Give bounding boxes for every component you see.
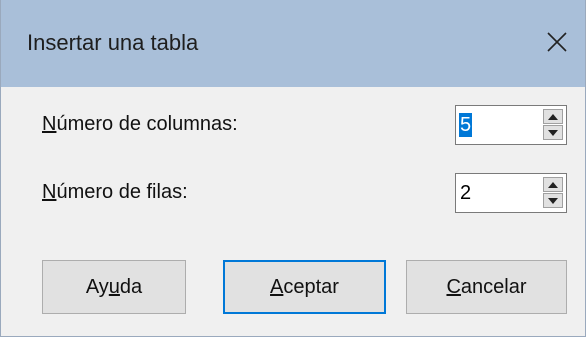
close-icon bbox=[547, 32, 567, 52]
chevron-down-icon bbox=[548, 129, 558, 136]
help-label-mnemonic: u bbox=[108, 275, 120, 298]
close-button[interactable] bbox=[537, 22, 577, 62]
rows-label-text: úmero de filas: bbox=[56, 181, 188, 203]
help-label-pre: Ay bbox=[85, 275, 109, 298]
columns-label: Número de columnas: bbox=[42, 113, 238, 136]
columns-spinbox[interactable]: 5 bbox=[455, 105, 567, 145]
rows-increment-button[interactable] bbox=[543, 177, 563, 192]
columns-increment-button[interactable] bbox=[543, 109, 563, 124]
rows-spinbox[interactable]: 2 bbox=[455, 173, 567, 213]
dialog-title: Insertar una tabla bbox=[27, 30, 199, 55]
columns-label-mnemonic: N bbox=[42, 113, 57, 135]
dialog-titlebar: Insertar una tabla bbox=[1, 0, 585, 87]
columns-decrement-button[interactable] bbox=[543, 125, 563, 140]
cancel-label-mnemonic: C bbox=[446, 275, 461, 298]
columns-value[interactable]: 5 bbox=[459, 113, 473, 137]
columns-label-text: úmero de columnas: bbox=[56, 113, 238, 135]
columns-spin-arrows bbox=[543, 109, 563, 141]
ok-label-post: ceptar bbox=[283, 275, 339, 298]
help-label-post: da bbox=[119, 275, 143, 298]
ok-button[interactable]: Aceptar bbox=[223, 260, 386, 314]
rows-decrement-button[interactable] bbox=[543, 193, 563, 208]
chevron-up-icon bbox=[548, 113, 558, 120]
rows-label: Número de filas: bbox=[42, 181, 188, 204]
chevron-up-icon bbox=[548, 181, 558, 188]
rows-spin-arrows bbox=[543, 177, 563, 209]
help-button[interactable]: Ay u da bbox=[42, 260, 186, 314]
cancel-button[interactable]: Cancelar bbox=[406, 260, 567, 314]
insert-table-dialog: Insertar una tabla Número de columnas: 5… bbox=[0, 0, 586, 337]
chevron-down-icon bbox=[548, 197, 558, 204]
ok-label-mnemonic: A bbox=[270, 275, 284, 298]
rows-label-mnemonic: N bbox=[42, 181, 57, 203]
rows-value[interactable]: 2 bbox=[459, 181, 472, 205]
cancel-label-post: ancelar bbox=[460, 275, 527, 298]
